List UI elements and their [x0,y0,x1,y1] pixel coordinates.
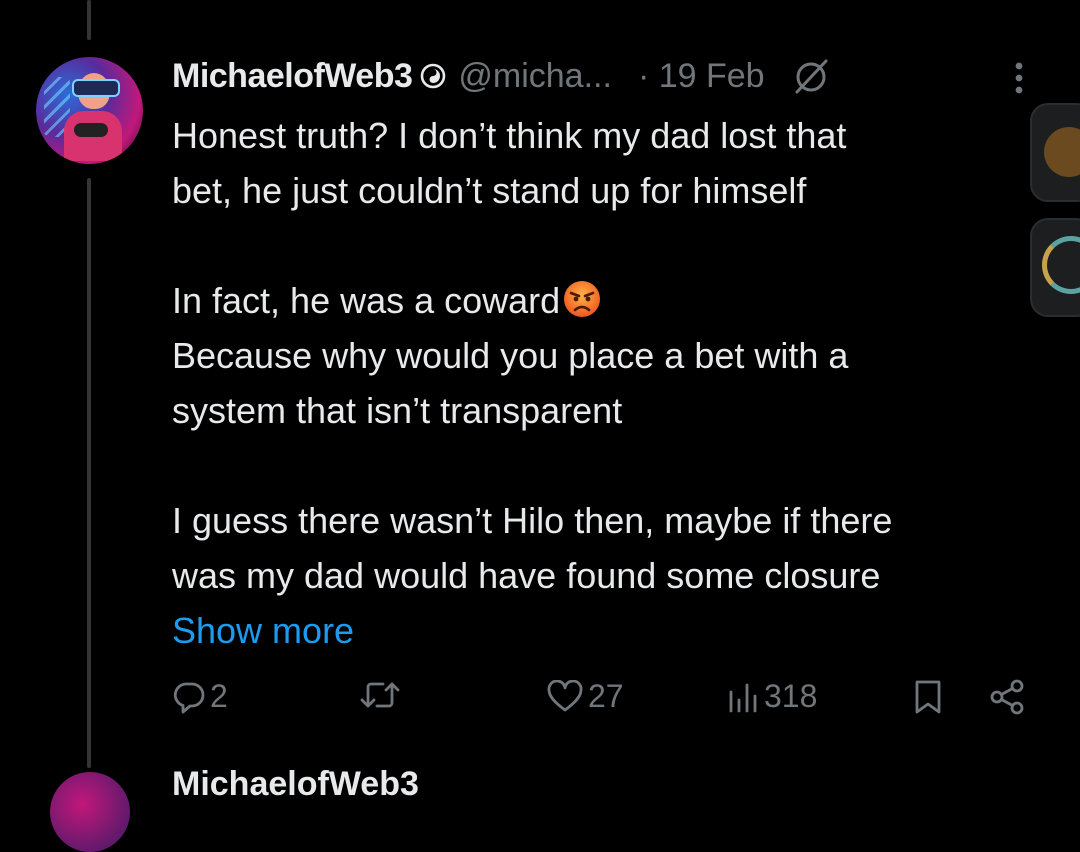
side-card-avatar [1044,127,1080,177]
thread-line [87,178,91,768]
views-button[interactable]: 318 [726,678,817,715]
author-name[interactable]: MichaelofWeb3 [172,57,413,96]
profile-badge-icon [420,63,446,89]
heart-icon [546,679,584,714]
like-count: 27 [588,678,624,714]
text-line-content: In fact, he was a coward [172,280,561,321]
view-count: 318 [764,678,818,714]
avatar-gamepad [74,123,108,137]
text-line: system that isn’t transparent [172,390,623,431]
like-button[interactable]: 27 [546,678,624,715]
repost-icon [358,678,402,712]
text-line: was my dad would have found some closure [172,555,881,596]
text-line: Because why would you place a bet with a [172,335,849,376]
side-card-ring-icon [1042,236,1080,294]
tweet-text: Honest truth? I don’t think my dad lost … [172,108,1052,658]
text-line: In fact, he was a coward [172,273,1052,328]
avatar[interactable] [36,57,143,164]
text-line: Honest truth? I don’t think my dad lost … [172,115,847,156]
reply-count: 2 [210,678,228,714]
side-card-bottom[interactable] [1030,218,1080,317]
share-icon [988,678,1026,716]
author-handle[interactable]: @micha... [458,57,612,96]
text-line: I guess there wasn’t Hilo then, maybe if… [172,500,893,541]
tweet-date[interactable]: · 19 Feb [638,57,765,96]
reply-button[interactable]: 2 [172,678,228,715]
side-card-top[interactable] [1030,103,1080,202]
grok-icon[interactable] [791,56,831,96]
tweet-header: MichaelofWeb3 @micha... · 19 Feb [172,52,1052,100]
analytics-icon [726,680,760,714]
next-tweet-author[interactable]: MichaelofWeb3 [172,765,419,804]
thread-line-top [87,0,91,40]
next-tweet-avatar[interactable] [50,772,130,852]
bookmark-icon [912,678,944,716]
reply-icon [172,680,206,714]
bookmark-button[interactable] [912,678,944,716]
show-more-link[interactable]: Show more [172,603,1052,658]
repost-button[interactable] [358,678,406,712]
text-line: bet, he just couldn’t stand up for himse… [172,170,807,211]
angry-face-icon [562,279,602,319]
tweet-actions: 2 27 318 [172,678,1052,726]
more-options-icon[interactable] [1012,58,1026,98]
share-button[interactable] [988,678,1026,716]
avatar-vr-headset [72,79,120,97]
